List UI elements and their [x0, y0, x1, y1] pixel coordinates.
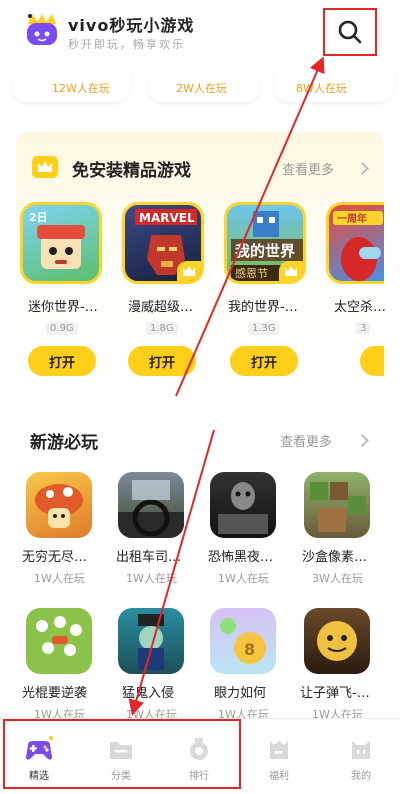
game-icon-sandbox[interactable]: [304, 472, 370, 538]
nav-item-mine[interactable]: 我的: [326, 719, 396, 794]
top-game-card[interactable]: 12W人在玩: [12, 70, 130, 102]
see-more-link[interactable]: 查看更多: [280, 431, 332, 450]
game-size-badge: 3: [356, 322, 371, 335]
chevron-right-icon[interactable]: [356, 162, 369, 175]
mini-world-art-icon: 2日: [29, 211, 85, 269]
svg-text:我的世界: 我的世界: [235, 242, 295, 260]
player-count: 8W人在玩: [296, 82, 347, 95]
svg-text:一周年: 一周年: [337, 212, 367, 225]
player-count: 1W人在玩: [126, 572, 177, 585]
game-name: 出租车司…: [116, 550, 182, 565]
game-size-badge: 1.8G: [146, 322, 178, 335]
app-header: vivo秒玩小游戏 秒开即玩，畅享欢乐: [0, 0, 400, 72]
nav-label: 福利: [269, 771, 289, 782]
app-logo-icon: [27, 14, 57, 45]
nav-item-welfare[interactable]: 福利: [244, 719, 314, 794]
player-count: 1W人在玩: [218, 572, 269, 585]
game-size-badge: 1.3G: [248, 322, 280, 335]
game-name: 漫威超级…: [128, 300, 194, 315]
see-more-link[interactable]: 查看更多: [282, 159, 334, 178]
svg-text:8: 8: [244, 640, 255, 659]
game-icon-mini-world[interactable]: 2日: [20, 202, 102, 284]
profile-icon: [352, 741, 370, 759]
game-name: 光棍要逆袭: [22, 686, 88, 701]
section-title: 免安装精品游戏: [72, 161, 191, 181]
crowd-art-icon: [36, 616, 82, 656]
game-icon-taxi[interactable]: [118, 472, 184, 538]
new-games-title: 新游必玩: [30, 433, 98, 453]
game-name: 太空杀…: [334, 300, 387, 315]
crown-corner-icon: [177, 261, 201, 281]
horror-art-icon: [218, 482, 268, 534]
app-title: vivo秒玩小游戏: [68, 16, 195, 35]
game-icon-horror-night[interactable]: [210, 472, 276, 538]
search-icon: [338, 20, 362, 44]
game-name: 猛鬼入侵: [122, 686, 175, 701]
crown-badge-icon: [32, 156, 58, 178]
steering-wheel-art-icon: [118, 480, 184, 538]
svg-text:MARVEL: MARVEL: [139, 211, 195, 225]
game-icon-endless[interactable]: [26, 472, 92, 538]
ghost-art-icon: [138, 614, 164, 670]
game-icon-space-kill[interactable]: 一周年: [326, 202, 384, 284]
game-icon-marvel[interactable]: MARVEL: [122, 202, 204, 284]
game-icon-bullet[interactable]: [304, 608, 370, 674]
top-game-card[interactable]: 2W人在玩: [148, 70, 260, 102]
game-name: 让子弹飞-…: [300, 686, 370, 701]
game-name: 沙盒像素…: [302, 550, 368, 565]
gift-icon: [270, 741, 288, 759]
space-kill-art-icon: 一周年: [333, 211, 383, 281]
app-subtitle: 秒开即玩，畅享欢乐: [68, 38, 185, 51]
game-name: 我的世界-…: [228, 300, 298, 315]
top-game-row: 12W人在玩 2W人在玩 8W人在玩: [0, 70, 400, 110]
game-icon-eyesight[interactable]: 8: [210, 608, 276, 674]
svg-text:感恩节: 感恩节: [235, 267, 268, 280]
nav-highlight-box: [3, 719, 241, 789]
game-name: 迷你世界-…: [28, 300, 98, 315]
player-count: 3W人在玩: [312, 572, 363, 585]
game-icon-ghost-invasion[interactable]: [118, 608, 184, 674]
player-count: 2W人在玩: [176, 82, 227, 95]
player-count: 1W人在玩: [34, 572, 85, 585]
open-game-button[interactable]: 打开: [128, 346, 196, 376]
nav-label: 我的: [351, 771, 371, 782]
game-name: 无穷无尽…: [22, 550, 88, 565]
coin-art-icon: 8: [220, 618, 266, 664]
game-icon-bachelor[interactable]: [26, 608, 92, 674]
open-game-button[interactable]: 打开: [230, 346, 298, 376]
open-game-button[interactable]: 打开: [28, 346, 96, 376]
game-size-badge: 0.9G: [46, 322, 78, 335]
open-game-button[interactable]: [360, 346, 384, 376]
chevron-right-icon[interactable]: [356, 434, 369, 447]
crown-corner-icon: [279, 261, 303, 281]
top-game-card[interactable]: 8W人在玩: [274, 70, 394, 102]
pixel-blocks-art-icon: [310, 482, 366, 532]
game-name: 恐怖黑夜…: [208, 550, 274, 565]
ball-face-art-icon: [317, 621, 357, 661]
install-free-section: 免安装精品游戏 查看更多 2日 迷你世界-… 0.9G 打开 MARVEL 漫威…: [16, 132, 387, 402]
game-name: 眼力如何: [214, 686, 267, 701]
search-button[interactable]: [323, 8, 377, 56]
mushroom-art-icon: [35, 484, 83, 528]
svg-text:2日: 2日: [29, 211, 48, 224]
player-count: 12W人在玩: [52, 82, 110, 95]
game-icon-my-world[interactable]: 我的世界 感恩节: [224, 202, 306, 284]
